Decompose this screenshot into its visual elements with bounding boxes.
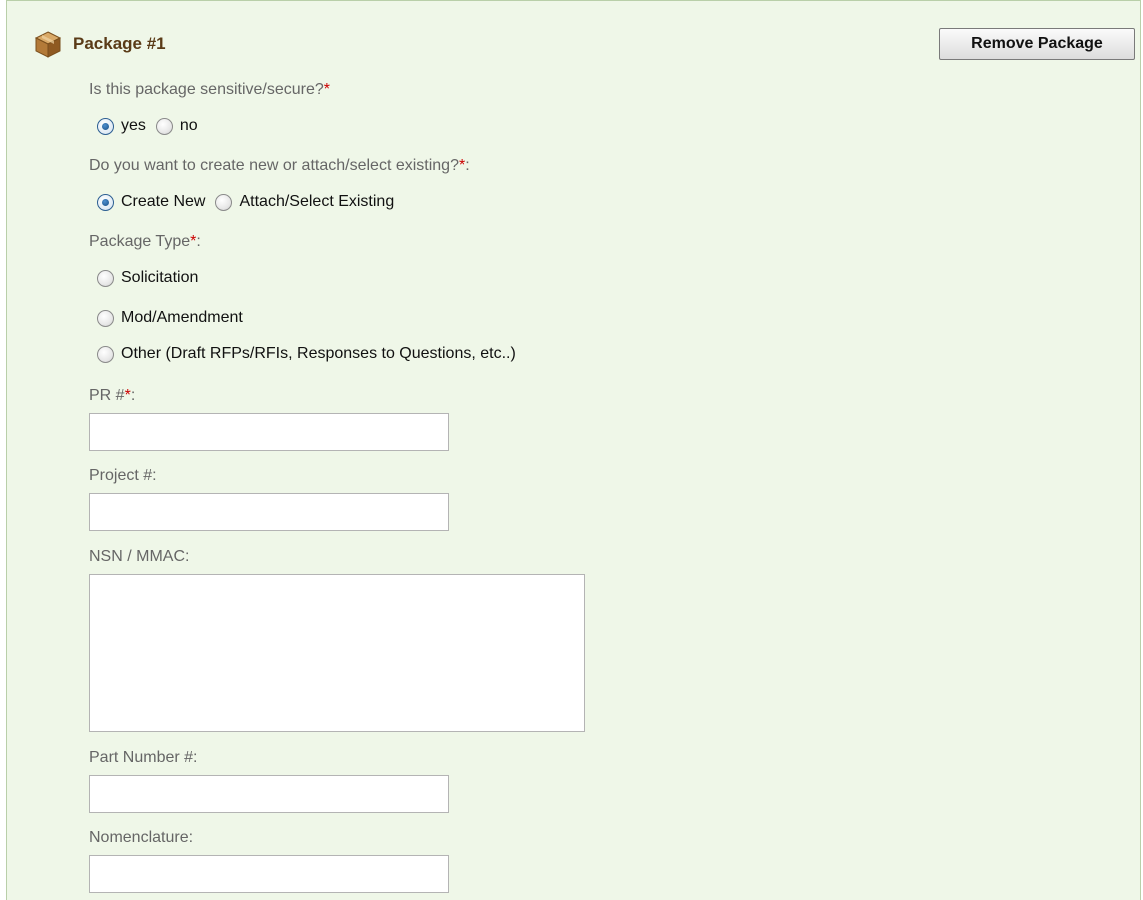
nomenclature-input[interactable] <box>89 855 449 893</box>
package-type-label-text: Package Type <box>89 233 191 250</box>
part-number-label: Part Number #: <box>89 749 198 766</box>
create-mode-option-create-new[interactable]: Create New <box>97 193 205 211</box>
sensitive-label-text: Is this package sensitive/secure? <box>89 81 324 98</box>
package-type-option-mod: Mod/Amendment <box>97 309 253 327</box>
package-panel: Package #1 Remove Package Is this packag… <box>6 0 1141 900</box>
label-suffix: : <box>465 157 470 174</box>
nsn-mmac-label: NSN / MMAC: <box>89 548 190 565</box>
pr-number-input[interactable] <box>89 413 449 451</box>
pr-number-label: PR #*: <box>89 387 135 405</box>
package-type-option-solicitation-label: Solicitation <box>121 269 199 286</box>
package-type-option-mod-label: Mod/Amendment <box>121 309 243 326</box>
package-type-option-solicitation-item[interactable]: Solicitation <box>97 269 198 287</box>
radio-mod-amendment[interactable] <box>97 309 114 327</box>
package-type-option-other-label: Other (Draft RFPs/RFIs, Responses to Que… <box>121 345 516 362</box>
create-mode-radio-group: Create New Attach/Select Existing <box>97 193 404 211</box>
required-mark: * <box>323 81 331 98</box>
sensitive-radio-group: yes no <box>97 117 208 135</box>
package-type-option-solicitation: Solicitation <box>97 269 208 287</box>
create-mode-option-attach-existing[interactable]: Attach/Select Existing <box>215 193 394 211</box>
label-suffix: : <box>196 233 201 250</box>
sensitive-option-yes[interactable]: yes <box>97 117 146 135</box>
radio-no[interactable] <box>155 117 173 135</box>
nomenclature-label: Nomenclature: <box>89 829 194 846</box>
label-suffix: : <box>130 387 136 404</box>
radio-yes[interactable] <box>97 117 114 135</box>
sensitive-label: Is this package sensitive/secure?* <box>89 81 330 99</box>
package-type-option-mod-item[interactable]: Mod/Amendment <box>97 309 243 327</box>
radio-create-new[interactable] <box>97 193 114 211</box>
package-title: Package #1 <box>73 34 166 53</box>
radio-other[interactable] <box>97 345 114 363</box>
create-mode-label: Do you want to create new or attach/sele… <box>89 157 470 175</box>
package-type-option-other: Other (Draft RFPs/RFIs, Responses to Que… <box>97 345 526 363</box>
part-number-input[interactable] <box>89 775 449 813</box>
create-mode-option-attach-existing-label: Attach/Select Existing <box>239 193 395 210</box>
sensitive-option-no-label: no <box>179 117 198 134</box>
package-header: Package #1 <box>33 29 166 59</box>
project-number-label: Project #: <box>89 467 157 484</box>
sensitive-option-yes-label: yes <box>121 117 146 134</box>
sensitive-option-no[interactable]: no <box>155 117 198 135</box>
create-mode-option-create-new-label: Create New <box>121 193 206 210</box>
package-type-option-other-item[interactable]: Other (Draft RFPs/RFIs, Responses to Que… <box>97 345 516 363</box>
nsn-mmac-textarea[interactable] <box>89 574 585 732</box>
project-number-input[interactable] <box>89 493 449 531</box>
create-mode-label-text: Do you want to create new or attach/sele… <box>89 157 459 174</box>
package-box-icon <box>34 31 62 58</box>
remove-package-button[interactable]: Remove Package <box>939 28 1135 60</box>
pr-number-label-text: PR # <box>89 387 125 404</box>
package-type-label: Package Type*: <box>89 233 201 251</box>
radio-solicitation[interactable] <box>97 269 114 287</box>
radio-attach-existing[interactable] <box>215 193 233 211</box>
